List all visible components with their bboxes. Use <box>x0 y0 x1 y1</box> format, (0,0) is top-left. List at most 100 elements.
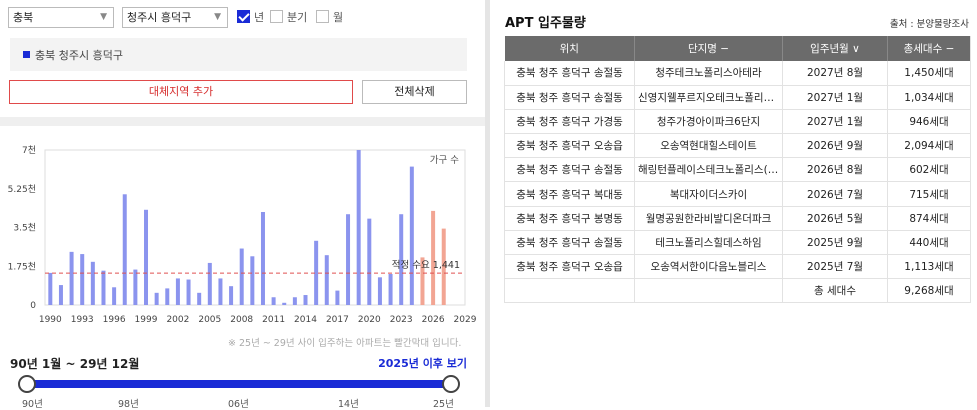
year-checkbox[interactable] <box>237 10 250 23</box>
cell-complex: 해링턴플레이스테크노폴리스(주상… <box>634 157 783 183</box>
cell-move-in: 2026년 9월 <box>782 133 888 159</box>
table-row[interactable]: 충북 청주 흥덕구 복대동 복대자이더스카이 2026년 7월 715세대 <box>504 181 971 207</box>
cell-move-in: 2026년 5월 <box>782 206 888 231</box>
province-select-value: 충북 <box>13 11 34 24</box>
bar <box>292 297 297 305</box>
cell-complex: 복대자이더스카이 <box>634 181 783 207</box>
bar <box>154 292 159 305</box>
clear-all-button[interactable]: 전체삭제 <box>362 80 467 104</box>
period-label: 90년 1월 ~ 29년 12월 <box>10 357 140 371</box>
cell-complex: 청주가경아이파크6단지 <box>634 109 783 135</box>
table-row[interactable]: 충북 청주 흥덕구 송절동 청주테크노폴리스아테라 2027년 8월 1,450세대 <box>504 61 971 86</box>
table-header-row: 위치 단지명 − 입주년월 ∨ 총세대수 − <box>504 36 971 61</box>
bar <box>101 270 106 305</box>
bar <box>69 251 74 305</box>
district-select-value: 청주시 흥덕구 <box>127 11 192 24</box>
column-header-move-in[interactable]: 입주년월 ∨ <box>782 36 888 61</box>
cell-location: 충북 청주 흥덕구 복대동 <box>504 181 635 207</box>
year-label: 년 <box>254 11 265 24</box>
quarter-checkbox[interactable] <box>270 10 283 23</box>
column-header-location[interactable]: 위치 <box>504 36 635 61</box>
right-panel: APT 입주물량 출처 : 분양물량조사 위치 단지명 − 입주년월 ∨ 총세대… <box>490 0 977 407</box>
period-slider-track[interactable] <box>27 380 451 388</box>
month-label: 월 <box>333 11 344 24</box>
bar <box>250 256 255 305</box>
bar <box>388 274 393 305</box>
table-row[interactable]: 충북 청주 흥덕구 송절동 테크노폴리스힐데스하임 2025년 9월 440세대 <box>504 230 971 256</box>
month-checkbox[interactable] <box>316 10 329 23</box>
apt-supply-table: 위치 단지명 − 입주년월 ∨ 총세대수 − 충북 청주 흥덕구 송절동 청주테크… <box>504 36 971 304</box>
bar <box>324 255 329 305</box>
bar <box>133 269 138 305</box>
y-tick-label: 1.75천 <box>8 261 36 272</box>
column-header-complex[interactable]: 단지명 − <box>634 36 783 61</box>
cell-complex: 테크노폴리스힐데스하임 <box>634 230 783 256</box>
x-tick-label: 2002 <box>166 315 189 325</box>
chevron-down-icon: ▼ <box>214 12 221 22</box>
slider-start-handle[interactable] <box>18 375 36 393</box>
reference-line-label: 적정 수요 1,441 <box>392 259 460 271</box>
table-row[interactable]: 충북 청주 흥덕구 오송읍 오송역현대힐스테이트 2026년 9월 2,094세대 <box>504 133 971 159</box>
left-panel: 충북 ▼ 청주시 흥덕구 ▼ 년 분기 월 충북 청주시 흥덕구 대체지역 추가… <box>0 0 485 410</box>
bar <box>175 278 180 305</box>
bar <box>80 254 85 305</box>
x-tick-label: 1993 <box>71 315 94 325</box>
cell-location: 충북 청주 흥덕구 송절동 <box>504 61 635 86</box>
cell-move-in: 2026년 7월 <box>782 181 888 207</box>
slider-tick: 25년 <box>433 399 454 410</box>
bar <box>48 272 53 305</box>
x-tick-label: 2029 <box>454 315 477 325</box>
selected-region-box: 충북 청주시 흥덕구 <box>10 38 467 71</box>
cell-complex: 신영지웰푸르지오테크노폴리스센트… <box>634 85 783 110</box>
cell-location: 충북 청주 흥덕구 송절동 <box>504 85 635 110</box>
cell-units: 2,094세대 <box>887 133 971 159</box>
column-header-units[interactable]: 총세대수 − <box>887 36 971 61</box>
bar <box>282 302 287 305</box>
add-region-button[interactable]: 대체지역 추가 <box>9 80 353 104</box>
bar <box>122 194 127 305</box>
cell-location: 충북 청주 흥덕구 송절동 <box>504 230 635 256</box>
bar <box>367 218 372 305</box>
x-tick-label: 2017 <box>326 315 349 325</box>
apt-supply-title: APT 입주물량 <box>505 16 586 31</box>
bar <box>346 214 351 305</box>
bar <box>335 290 340 305</box>
table-row[interactable]: 충북 청주 흥덕구 가경동 청주가경아이파크6단지 2027년 1월 946세대 <box>504 109 971 135</box>
bar <box>144 209 149 305</box>
cell-units: 1,113세대 <box>887 254 971 280</box>
cell-move-in: 2027년 1월 <box>782 109 888 135</box>
bar <box>271 297 276 305</box>
bar <box>197 292 202 305</box>
district-select[interactable]: 청주시 흥덕구 ▼ <box>122 7 228 28</box>
cell-complex: 오송역서한이다음노블리스 <box>634 254 783 280</box>
legend-label: 가구 수 <box>430 155 459 166</box>
table-row[interactable]: 충북 청주 흥덕구 송절동 해링턴플레이스테크노폴리스(주상… 2026년 8월 60… <box>504 157 971 183</box>
province-select[interactable]: 충북 ▼ <box>8 7 114 28</box>
cell-units: 946세대 <box>887 109 971 135</box>
table-row[interactable]: 충북 청주 흥덕구 봉명동 월명공원한라비발디온더파크 2026년 5월 874세대 <box>504 206 971 231</box>
source-label: 출처 : 분양물량조사 <box>889 19 969 30</box>
cell-move-in: 2025년 7월 <box>782 254 888 280</box>
total-label: 총 세대수 <box>782 278 888 304</box>
section-separator <box>0 117 485 126</box>
slider-end-handle[interactable] <box>442 375 460 393</box>
cell-location: 충북 청주 흥덕구 가경동 <box>504 109 635 135</box>
x-tick-label: 2005 <box>198 315 221 325</box>
bar <box>356 150 361 305</box>
quarter-label: 분기 <box>287 11 308 24</box>
bar <box>303 295 308 305</box>
cell-move-in: 2027년 1월 <box>782 85 888 110</box>
bar <box>260 212 265 305</box>
cell-location: 충북 청주 흥덕구 오송읍 <box>504 254 635 280</box>
chevron-down-icon: ▼ <box>100 12 107 22</box>
cell-units: 440세대 <box>887 230 971 256</box>
x-tick-label: 1996 <box>103 315 126 325</box>
cell-complex: 오송역현대힐스테이트 <box>634 133 783 159</box>
x-tick-label: 2023 <box>390 315 413 325</box>
view-after-2025-link[interactable]: 2025년 이후 보기 <box>378 355 467 371</box>
table-row[interactable]: 충북 청주 흥덕구 송절동신영지웰푸르지오테크노폴리스센트…2027년 1월1,… <box>504 85 971 110</box>
bar <box>207 262 212 305</box>
table-row[interactable]: 충북 청주 흥덕구 오송읍 오송역서한이다음노블리스 2025년 7월 1,113세대 <box>504 254 971 280</box>
bar <box>218 278 223 305</box>
cell-units: 874세대 <box>887 206 971 231</box>
